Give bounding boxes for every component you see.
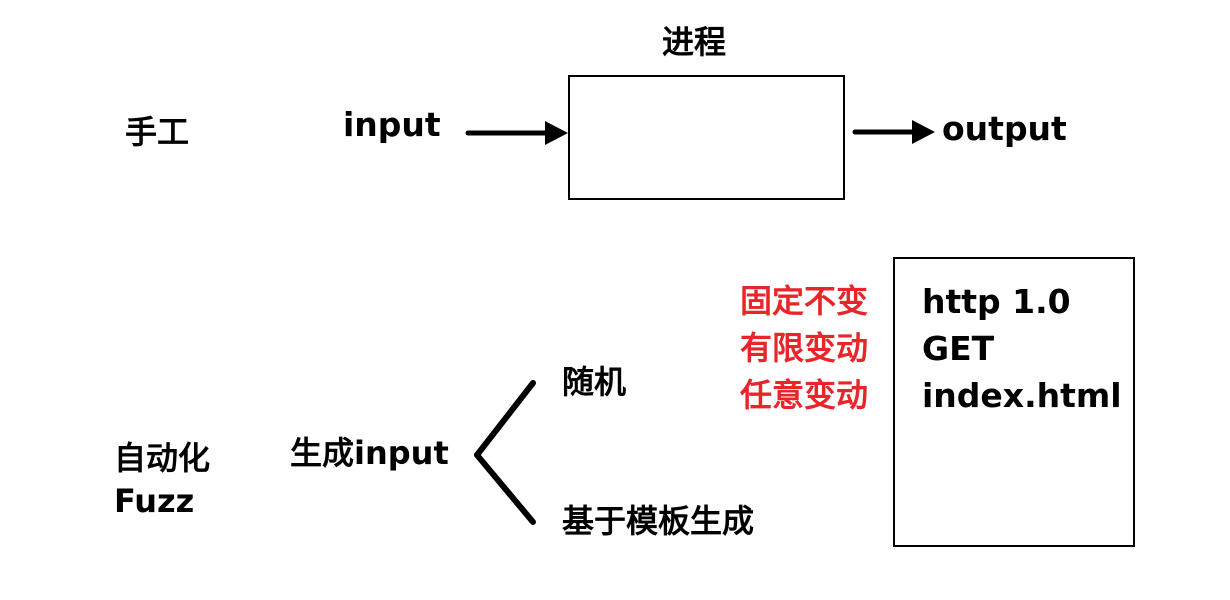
branch-line-random <box>474 380 536 458</box>
process-title: 进程 <box>662 23 727 61</box>
random-label: 随机 <box>562 363 627 401</box>
template-generation-label: 基于模板生成 <box>562 502 755 540</box>
output-arrowhead <box>912 120 935 144</box>
input-label: input <box>343 105 441 144</box>
manual-label: 手工 <box>125 113 190 151</box>
output-label: output <box>942 109 1067 148</box>
request-line-protocol: http 1.0 <box>922 282 1071 321</box>
category-limited-change: 有限变动 <box>740 329 869 367</box>
fuzz-label: Fuzz <box>114 482 195 520</box>
request-line-method: GET <box>922 329 995 368</box>
process-box <box>568 75 845 200</box>
automation-label: 自动化 <box>114 439 211 477</box>
branch-line-template <box>474 452 536 525</box>
input-arrowhead <box>545 121 568 145</box>
category-arbitrary-change: 任意变动 <box>740 376 869 414</box>
category-fixed: 固定不变 <box>740 282 869 320</box>
request-line-path: index.html <box>922 376 1122 415</box>
generate-input-label: 生成input <box>290 434 449 472</box>
